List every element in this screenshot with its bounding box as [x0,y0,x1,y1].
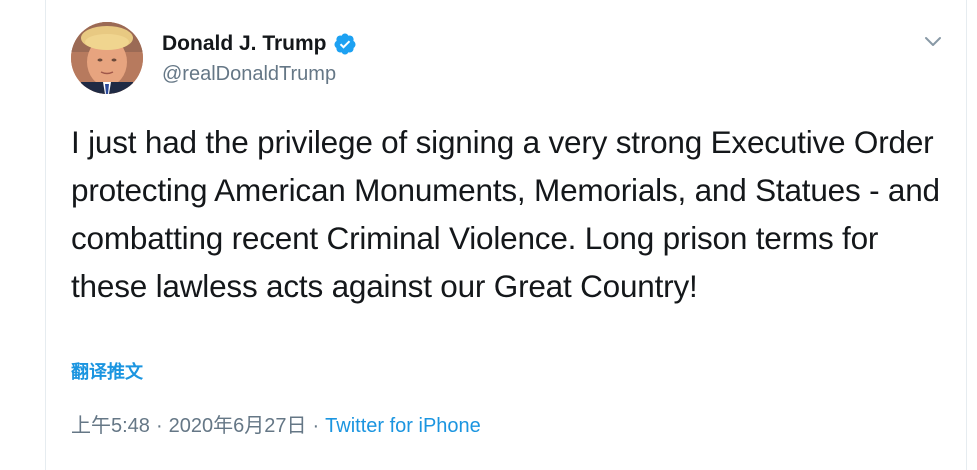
avatar-image [71,22,143,94]
meta-separator: · [155,415,163,437]
meta-separator: · [312,415,320,437]
tweet-text: I just had the privilege of signing a ve… [71,124,940,304]
avatar[interactable] [71,22,143,94]
user-handle[interactable]: @realDonaldTrump [162,60,357,88]
tweet-card: Donald J. Trump @realDonaldTrump I just … [45,0,967,470]
verified-badge-icon [333,32,357,56]
tweet-date[interactable]: 2020年6月27日 [169,410,307,442]
name-row: Donald J. Trump [162,30,357,58]
tweet-source-link[interactable]: Twitter for iPhone [325,410,481,442]
translate-tweet-link[interactable]: 翻译推文 [71,358,143,386]
chevron-down-icon[interactable] [922,30,944,52]
tweet-time[interactable]: 上午5:48 [71,410,150,442]
display-name[interactable]: Donald J. Trump [162,30,327,58]
user-header: Donald J. Trump @realDonaldTrump [162,30,357,88]
tweet-meta: 上午5:48 · 2020年6月27日 · Twitter for iPhone [71,410,481,442]
